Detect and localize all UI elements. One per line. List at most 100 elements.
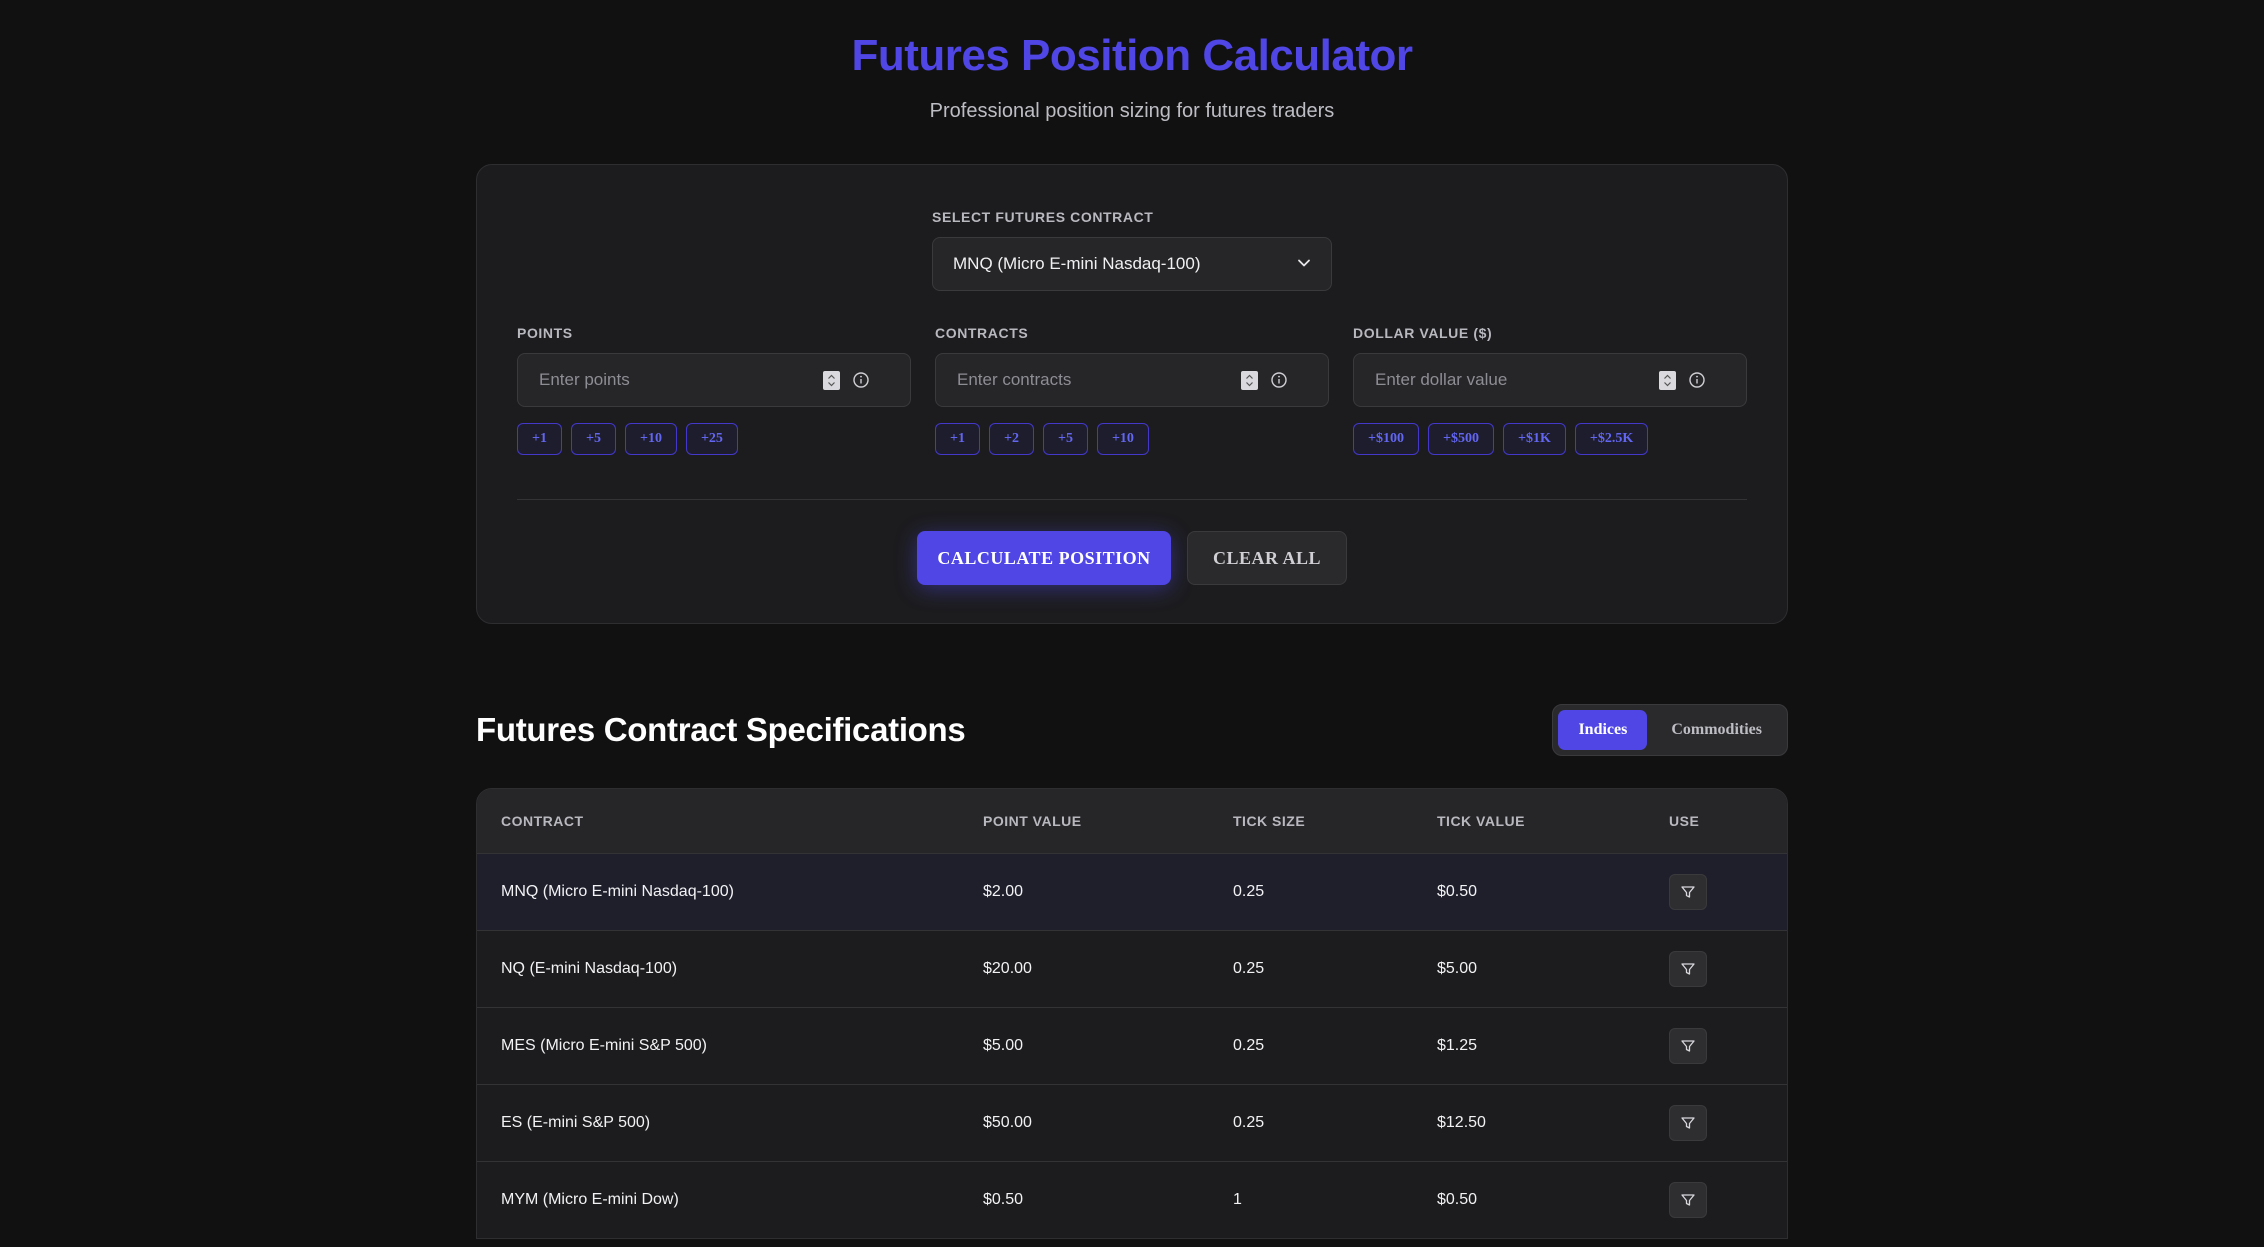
points-quick-add: +1 +5 +10 +25 <box>517 423 911 455</box>
tick-value-cell: $0.50 <box>1437 883 1478 900</box>
tick-value-cell: $5.00 <box>1437 960 1478 977</box>
column-header-use: USE <box>1669 813 1700 829</box>
point-value-cell: $20.00 <box>983 960 1032 977</box>
tick-size-cell: 0.25 <box>1233 883 1265 900</box>
dollar-field-group: DOLLAR VALUE ($) +$100 +$500 +$1K <box>1353 325 1747 455</box>
use-cell <box>1669 874 1769 910</box>
contracts-input-box <box>935 353 1329 407</box>
point-value-cell: $5.00 <box>983 1037 1024 1054</box>
stepper-arrows-icon <box>1246 374 1253 387</box>
contracts-label: CONTRACTS <box>935 325 1029 341</box>
table-row[interactable]: MYM (Micro E-mini Dow) $0.50 1 $0.50 <box>477 1161 1787 1238</box>
point-value-cell: $50.00 <box>983 1114 1032 1131</box>
chevron-down-icon <box>1298 259 1310 267</box>
use-cell <box>1669 1105 1769 1141</box>
dollar-input-box <box>1353 353 1747 407</box>
dollar-label: DOLLAR VALUE ($) <box>1353 325 1493 341</box>
calculator-actions: CALCULATE POSITION CLEAR ALL <box>477 531 1787 585</box>
points-stepper[interactable] <box>823 371 840 390</box>
dollar-chip-2-5k[interactable]: +$2.5K <box>1574 423 1649 455</box>
specs-header: Futures Contract Specifications Indices … <box>476 704 1788 756</box>
filter-icon <box>1681 1194 1695 1206</box>
use-contract-button[interactable] <box>1669 1182 1707 1218</box>
contracts-quick-add: +1 +2 +5 +10 <box>935 423 1329 455</box>
column-header-tick-value: TICK VALUE <box>1437 813 1525 829</box>
table-row[interactable]: ES (E-mini S&P 500) $50.00 0.25 $12.50 <box>477 1084 1787 1161</box>
tick-value-cell: $12.50 <box>1437 1114 1486 1131</box>
specs-title: Futures Contract Specifications <box>476 711 966 748</box>
table-header-row: CONTRACT POINT VALUE TICK SIZE TICK VALU… <box>477 789 1787 853</box>
contracts-chip-10[interactable]: +10 <box>1096 423 1149 455</box>
use-contract-button[interactable] <box>1669 1105 1707 1141</box>
points-chip-5[interactable]: +5 <box>570 423 616 455</box>
dollar-chip-100[interactable]: +$100 <box>1353 423 1419 455</box>
dollar-chip-1k[interactable]: +$1K <box>1502 423 1566 455</box>
contract-cell: MES (Micro E-mini S&P 500) <box>501 1037 707 1054</box>
calculator-card: SELECT FUTURES CONTRACT MNQ (Micro E-min… <box>476 164 1788 624</box>
contracts-chip-2[interactable]: +2 <box>988 423 1034 455</box>
dollar-input[interactable] <box>1354 353 1637 407</box>
contracts-field-group: CONTRACTS +1 +2 +5 +10 <box>935 325 1329 455</box>
app-container: Futures Position Calculator Professional… <box>476 0 1788 1239</box>
use-cell <box>1669 1182 1769 1218</box>
points-input-box <box>517 353 911 407</box>
contract-cell: MNQ (Micro E-mini Nasdaq-100) <box>501 883 734 900</box>
contract-select-value: MNQ (Micro E-mini Nasdaq-100) <box>953 254 1201 273</box>
use-contract-button[interactable] <box>1669 951 1707 987</box>
contract-cell: MYM (Micro E-mini Dow) <box>501 1191 679 1208</box>
table-row[interactable]: NQ (E-mini Nasdaq-100) $20.00 0.25 $5.00 <box>477 930 1787 1007</box>
table-row[interactable]: MES (Micro E-mini S&P 500) $5.00 0.25 $1… <box>477 1007 1787 1084</box>
use-cell <box>1669 1028 1769 1064</box>
use-contract-button[interactable] <box>1669 1028 1707 1064</box>
table-row[interactable]: MNQ (Micro E-mini Nasdaq-100) $2.00 0.25… <box>477 853 1787 930</box>
specs-table: CONTRACT POINT VALUE TICK SIZE TICK VALU… <box>476 788 1788 1239</box>
dollar-quick-add: +$100 +$500 +$1K +$2.5K <box>1353 423 1747 455</box>
card-divider <box>517 499 1747 500</box>
info-icon[interactable] <box>1270 371 1288 389</box>
tick-value-cell: $0.50 <box>1437 1191 1478 1208</box>
page-title: Futures Position Calculator <box>851 31 1413 80</box>
filter-icon <box>1681 963 1695 975</box>
contracts-input[interactable] <box>936 353 1219 407</box>
page-subtitle: Professional position sizing for futures… <box>929 100 1335 122</box>
tick-size-cell: 0.25 <box>1233 1037 1265 1054</box>
column-header-tick-size: TICK SIZE <box>1233 813 1306 829</box>
stepper-arrows-icon <box>828 374 835 387</box>
clear-all-button[interactable]: CLEAR ALL <box>1187 531 1347 585</box>
points-label: POINTS <box>517 325 573 341</box>
info-icon[interactable] <box>852 371 870 389</box>
contract-cell: ES (E-mini S&P 500) <box>501 1114 651 1131</box>
points-chip-25[interactable]: +25 <box>685 423 738 455</box>
info-icon[interactable] <box>1688 371 1706 389</box>
contracts-stepper[interactable] <box>1241 371 1258 390</box>
tick-size-cell: 1 <box>1233 1191 1242 1208</box>
contract-select-group: SELECT FUTURES CONTRACT MNQ (Micro E-min… <box>932 209 1332 291</box>
use-contract-button[interactable] <box>1669 874 1707 910</box>
points-input[interactable] <box>518 353 801 407</box>
filter-icon <box>1681 1117 1695 1129</box>
points-chip-1[interactable]: +1 <box>517 423 562 455</box>
tab-commodities[interactable]: Commodities <box>1651 710 1782 750</box>
filter-icon <box>1681 886 1695 898</box>
column-header-point-value: POINT VALUE <box>983 813 1082 829</box>
contract-select[interactable]: MNQ (Micro E-mini Nasdaq-100) <box>932 237 1332 291</box>
contracts-chip-1[interactable]: +1 <box>935 423 980 455</box>
calculate-position-button[interactable]: CALCULATE POSITION <box>917 531 1171 585</box>
tick-size-cell: 0.25 <box>1233 960 1265 977</box>
contract-cell: NQ (E-mini Nasdaq-100) <box>501 960 678 977</box>
dollar-stepper[interactable] <box>1659 371 1676 390</box>
dollar-chip-500[interactable]: +$500 <box>1427 423 1494 455</box>
stepper-arrows-icon <box>1664 374 1671 387</box>
contracts-chip-5[interactable]: +5 <box>1042 423 1088 455</box>
point-value-cell: $2.00 <box>983 883 1024 900</box>
points-field-group: POINTS +1 +5 +10 +25 <box>517 325 911 455</box>
tab-indices[interactable]: Indices <box>1558 710 1648 750</box>
tick-value-cell: $1.25 <box>1437 1037 1478 1054</box>
category-toggle: Indices Commodities <box>1552 704 1788 756</box>
point-value-cell: $0.50 <box>983 1191 1024 1208</box>
tick-size-cell: 0.25 <box>1233 1114 1265 1131</box>
use-cell <box>1669 951 1769 987</box>
contract-select-label: SELECT FUTURES CONTRACT <box>932 209 1154 225</box>
points-chip-10[interactable]: +10 <box>624 423 677 455</box>
column-header-contract: CONTRACT <box>501 813 584 829</box>
